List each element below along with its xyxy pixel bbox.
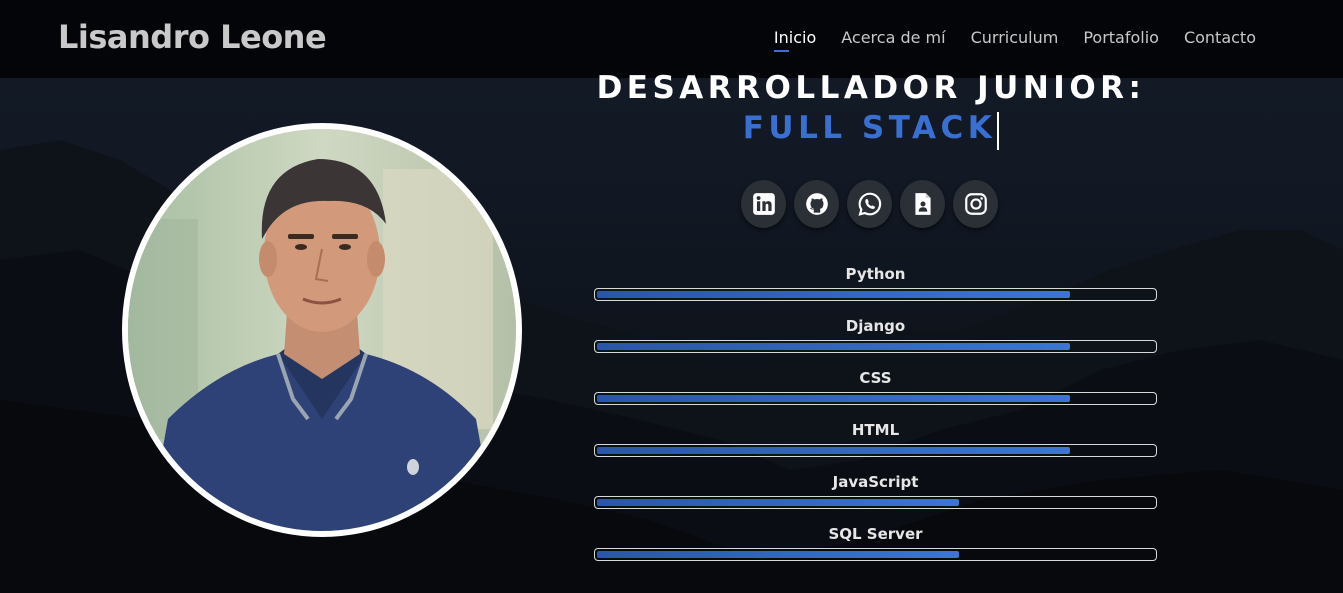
skill-progress-bar bbox=[594, 548, 1157, 561]
hero-title: DESARROLLADOR JUNIOR: bbox=[596, 70, 1146, 106]
skill-label: Python bbox=[845, 265, 906, 283]
typing-caret bbox=[997, 111, 1000, 150]
nav-link-acerca[interactable]: Acerca de mí bbox=[841, 28, 945, 51]
nav-link-curriculum[interactable]: Curriculum bbox=[971, 28, 1059, 51]
site-brand[interactable]: Lisandro Leone bbox=[58, 18, 327, 56]
skill-progress-fill bbox=[597, 395, 1071, 402]
skill-html: HTML bbox=[594, 420, 1157, 472]
linkedin-button[interactable] bbox=[741, 180, 786, 228]
whatsapp-button[interactable] bbox=[847, 180, 892, 228]
nav-link-contacto[interactable]: Contacto bbox=[1184, 28, 1256, 51]
whatsapp-icon bbox=[857, 192, 881, 216]
skill-python: Python bbox=[594, 264, 1157, 316]
github-button[interactable] bbox=[794, 180, 839, 228]
profile-photo bbox=[122, 123, 522, 537]
skill-label: JavaScript bbox=[832, 473, 919, 491]
skill-progress-bar bbox=[594, 288, 1157, 301]
top-navbar: Lisandro Leone Inicio Acerca de mí Curri… bbox=[0, 0, 1343, 78]
skill-sql-server: SQL Server bbox=[594, 524, 1157, 576]
skill-css: CSS bbox=[594, 368, 1157, 420]
cv-document-icon bbox=[914, 193, 931, 215]
skill-label: Django bbox=[845, 317, 906, 335]
skill-progress-bar bbox=[594, 340, 1157, 353]
skill-progress-bar bbox=[594, 444, 1157, 457]
skill-label: CSS bbox=[859, 369, 892, 387]
main-nav: Inicio Acerca de mí Curriculum Portafoli… bbox=[773, 28, 1256, 52]
nav-link-portafolio[interactable]: Portafolio bbox=[1083, 28, 1159, 51]
hero-subtitle-wrap: FULL STACK bbox=[585, 110, 1157, 150]
skill-label: HTML bbox=[851, 421, 900, 439]
skill-django: Django bbox=[594, 316, 1157, 368]
skill-javascript: JavaScript bbox=[594, 472, 1157, 524]
nav-link-inicio[interactable]: Inicio bbox=[773, 28, 816, 52]
skill-progress-fill bbox=[597, 551, 960, 558]
skill-progress-fill bbox=[597, 291, 1071, 298]
skill-progress-fill bbox=[597, 343, 1071, 350]
skill-progress-bar bbox=[594, 392, 1157, 405]
hero-subtitle: FULL STACK bbox=[742, 110, 997, 146]
linkedin-icon bbox=[752, 193, 775, 215]
skill-label: SQL Server bbox=[828, 525, 923, 543]
github-icon bbox=[805, 193, 828, 215]
instagram-button[interactable] bbox=[953, 180, 998, 228]
cv-button[interactable] bbox=[900, 180, 945, 228]
skill-progress-fill bbox=[597, 447, 1071, 454]
instagram-icon bbox=[964, 193, 987, 215]
skill-progress-bar bbox=[594, 496, 1157, 509]
social-links bbox=[741, 180, 998, 228]
skill-progress-fill bbox=[597, 499, 960, 506]
skills-list: Python Django CSS HTML JavaScript SQL Se… bbox=[594, 264, 1157, 576]
